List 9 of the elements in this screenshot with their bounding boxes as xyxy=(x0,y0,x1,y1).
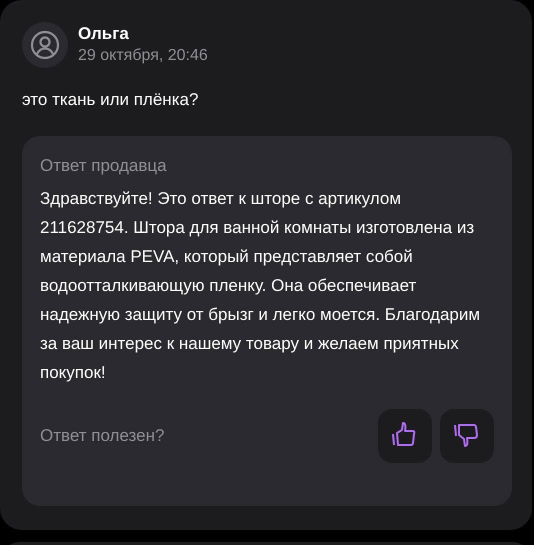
helpful-prompt: Ответ полезен? xyxy=(40,425,164,448)
reply-text: Здравствуйте! Это ответ к шторе с артикулом 211628754. Штора для ванной комнаты изготовлена из материала PEVA, который представляет собой водоотталкивающую пленку. Она обеспечивает надежную защиту от брызг и легко моется. Благодарим за ваш интерес к нашему товару и желаем приятных покупок! xyxy=(40,188,482,384)
review-text: это ткань или плёнка? xyxy=(22,89,200,111)
avatar-icon xyxy=(22,22,68,68)
review-date: 29 октября, 20:46 xyxy=(78,46,208,66)
reply-title: Ответ продавца xyxy=(40,155,168,177)
dislike-button[interactable] xyxy=(440,409,494,463)
author-name: Ольга xyxy=(78,23,130,45)
like-button[interactable] xyxy=(378,409,432,463)
